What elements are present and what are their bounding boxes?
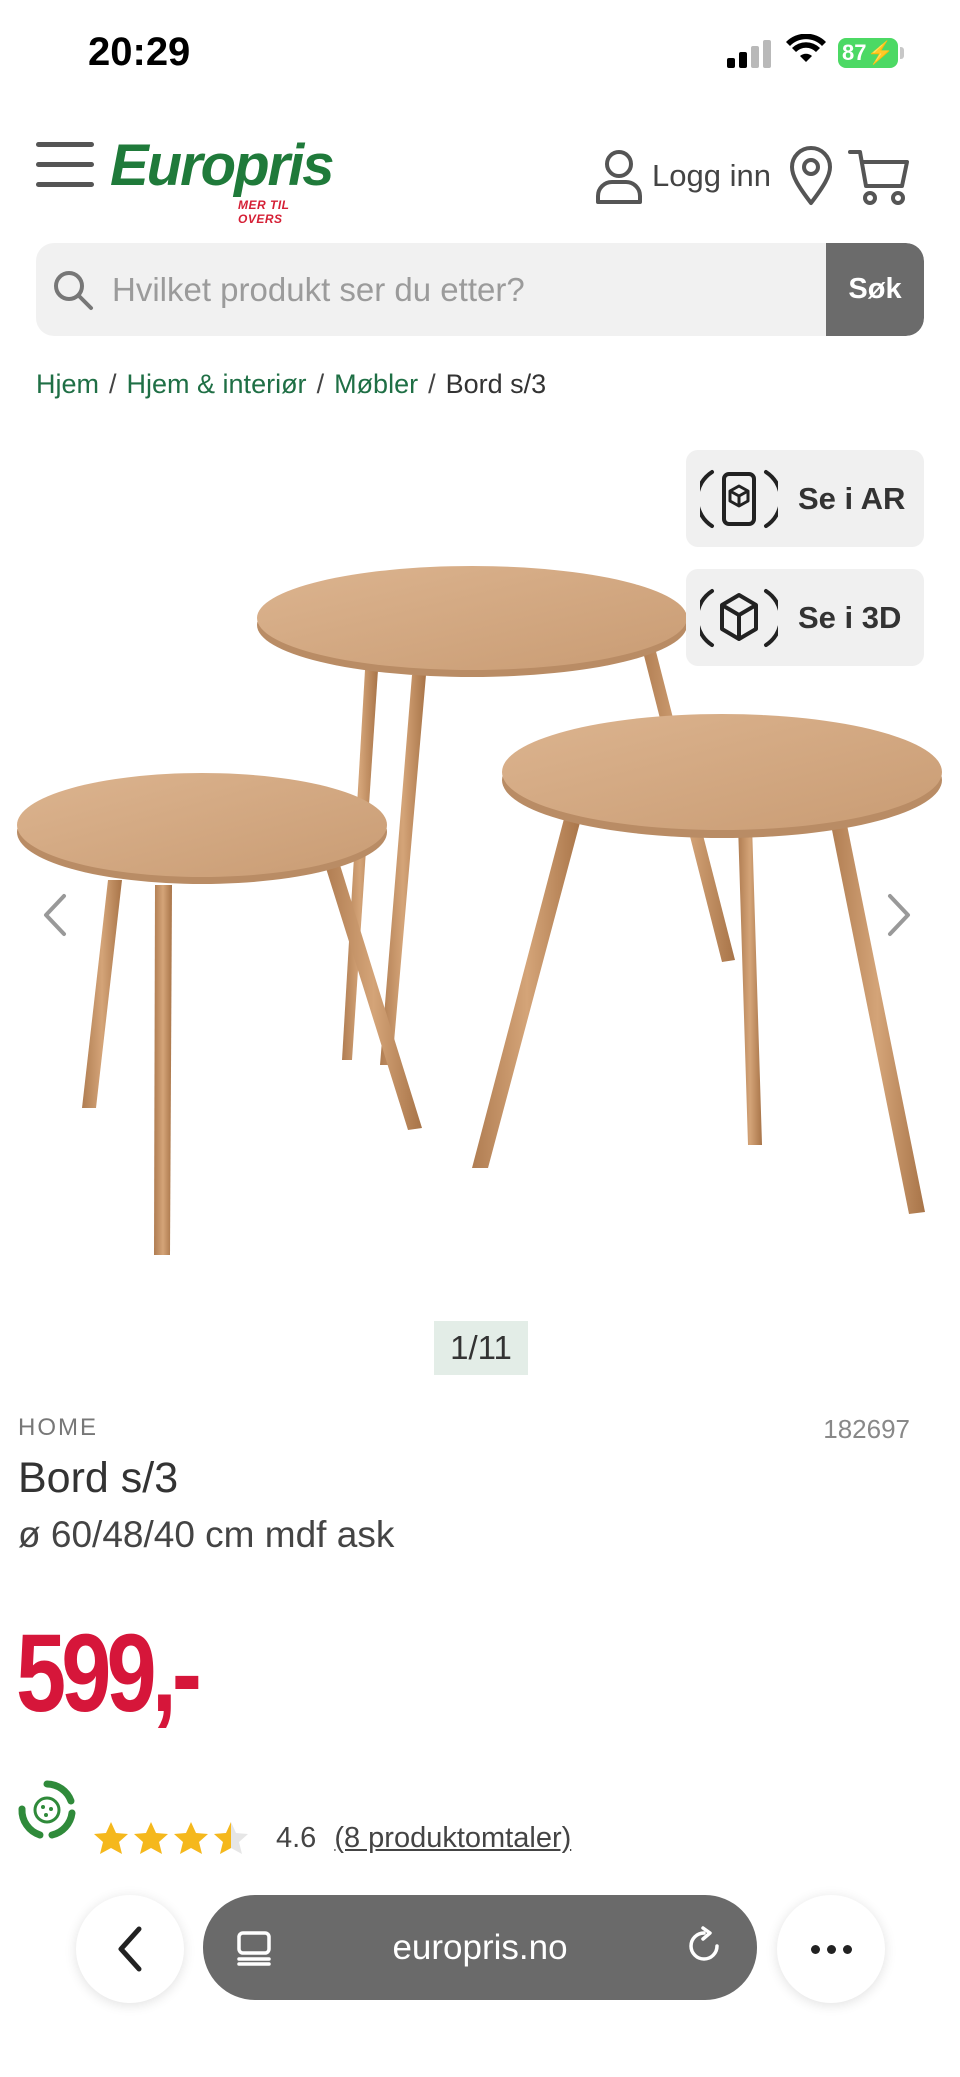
rating-value: 4.6 [276, 1821, 317, 1854]
status-time: 20:29 [88, 30, 191, 74]
chevron-right-icon[interactable] [884, 890, 914, 940]
cube-3d-icon [700, 588, 778, 647]
user-icon [596, 150, 642, 204]
wifi-icon [786, 34, 826, 62]
product-title: Bord s/3 [18, 1454, 179, 1502]
europris-logo[interactable]: Europris MER TIL OVERS [110, 132, 334, 226]
url-text: europris.no [392, 1928, 568, 1967]
menu-icon[interactable] [36, 142, 94, 188]
breadcrumb-link-home-interior[interactable]: Hjem & interiør [127, 369, 307, 400]
star-icon [134, 1822, 168, 1854]
view-in-3d-label: Se i 3D [798, 599, 902, 635]
image-counter: 1/11 [434, 1321, 528, 1375]
location-pin-icon[interactable] [788, 146, 834, 206]
login-button[interactable]: Logg inn [594, 146, 771, 206]
view-in-ar-label: Se i AR [798, 480, 906, 516]
breadcrumb-separator: / [428, 369, 436, 399]
reload-icon[interactable] [683, 1925, 725, 1967]
product-brand: HOME [18, 1414, 98, 1441]
logo-text: Europris [110, 133, 334, 198]
address-bar[interactable]: europris.no [203, 1895, 757, 2000]
battery-indicator: 87⚡ [838, 38, 898, 68]
product-subtitle: ø 60/48/40 cm mdf ask [18, 1514, 395, 1555]
breadcrumb-current: Bord s/3 [445, 369, 547, 399]
view-in-3d-button[interactable]: Se i 3D [686, 569, 924, 666]
search-button[interactable]: Søk [826, 243, 924, 336]
star-half-icon [214, 1822, 248, 1854]
search-bar: Søk [36, 243, 924, 336]
star-icon [174, 1822, 208, 1854]
cellular-signal-icon [727, 38, 773, 68]
reviews-link[interactable]: (8 produktomtaler) [334, 1822, 571, 1855]
search-icon [54, 271, 93, 310]
product-rating[interactable]: 4.6 (8 produktomtaler) [92, 1820, 571, 1856]
logo-tagline: MER TIL OVERS [238, 198, 290, 226]
more-dots-icon[interactable] [777, 1895, 885, 2003]
status-bar: 20:29 87⚡ [0, 0, 960, 110]
back-chevron-icon [118, 1926, 142, 1972]
breadcrumb: Hjem / Hjem & interiør / Møbler / Bord s… [36, 369, 546, 400]
battery-tip [900, 47, 904, 59]
ar-phone-icon [700, 469, 778, 528]
view-in-ar-button[interactable]: Se i AR [686, 450, 924, 547]
site-header: Europris MER TIL OVERS Logg inn [0, 120, 960, 230]
breadcrumb-link-furniture[interactable]: Møbler [334, 369, 418, 400]
breadcrumb-link-home[interactable]: Hjem [36, 369, 99, 400]
breadcrumb-separator: / [316, 369, 325, 399]
search-input[interactable] [112, 243, 852, 336]
product-sku: 182697 [823, 1414, 910, 1444]
chevron-left-icon[interactable] [40, 890, 70, 940]
login-label: Logg inn [652, 158, 771, 193]
product-price: 599,- [16, 1612, 202, 1735]
star-icon [94, 1822, 128, 1854]
browser-back-button[interactable] [76, 1895, 184, 2003]
breadcrumb-separator: / [109, 369, 117, 399]
eco-recycle-icon [18, 1780, 76, 1839]
cart-icon[interactable] [848, 146, 910, 206]
rating-stars [92, 1820, 250, 1856]
